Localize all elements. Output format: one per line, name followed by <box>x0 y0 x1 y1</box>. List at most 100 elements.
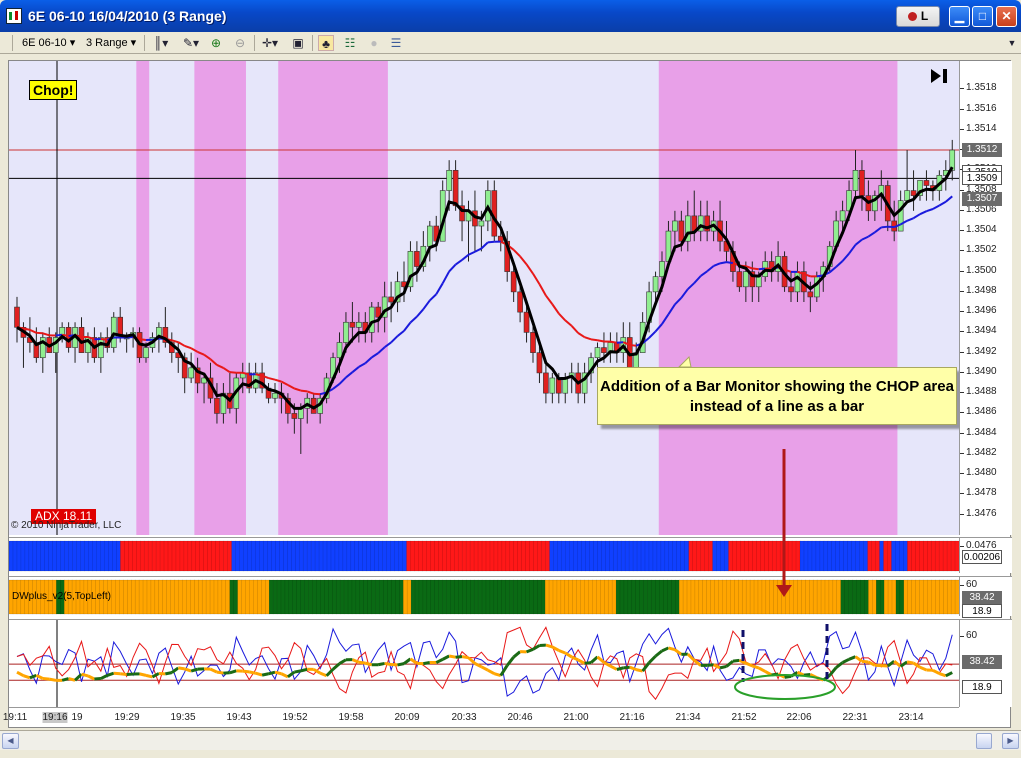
horizontal-scrollbar[interactable]: ◀ ▶ <box>0 730 1021 750</box>
dw-bar <box>324 579 329 615</box>
chop-bar <box>887 540 892 572</box>
adx-segment <box>377 661 385 667</box>
dw-bar <box>347 579 353 615</box>
chop-bar <box>696 540 702 572</box>
price-panel[interactable]: Chop! ADX 18.11 © 2010 NinjaTrader, LLC … <box>9 61 959 535</box>
scroll-right-button[interactable]: ▶ <box>1002 733 1019 749</box>
adx-segment <box>758 666 766 673</box>
minimize-button[interactable]: ▁ <box>949 6 970 27</box>
chop-bar <box>577 540 582 572</box>
scroll-to-end-button[interactable] <box>929 67 951 85</box>
adx-segment <box>487 668 496 676</box>
dw-bar <box>485 579 491 615</box>
adx-segment <box>545 643 553 649</box>
dw-bar <box>383 579 388 615</box>
dw-bar <box>816 579 822 615</box>
dw-bar-panel[interactable]: DWplus_v2(5,TopLeft) <box>9 576 959 616</box>
dw-bar <box>643 579 649 615</box>
adx-segment <box>668 646 676 652</box>
dw-bar <box>903 579 909 615</box>
chop-bar <box>96 540 101 572</box>
time-tick-label: 19:52 <box>282 712 308 723</box>
title-bar: 6E 06-10 16/04/2010 (3 Range) L ▁ □ ✕ <box>0 0 1021 32</box>
crosshair-icon[interactable]: ✛▾ <box>258 35 282 51</box>
dw-bar <box>895 579 901 615</box>
scroll-left-button[interactable]: ◀ <box>2 733 19 749</box>
chop-panel-axis[interactable]: 0.0476 0.00206 <box>959 537 1012 573</box>
dw-bar <box>367 579 373 615</box>
slow-ma-segment <box>416 308 425 318</box>
dw-bar <box>548 579 554 615</box>
bar-type-icon[interactable]: ║▾ <box>150 35 172 51</box>
dw-bar <box>178 579 183 615</box>
price-chart[interactable] <box>9 61 959 535</box>
slow-ma-segment <box>139 338 147 342</box>
adx-segment <box>81 672 89 678</box>
link-button[interactable]: L <box>896 6 940 27</box>
price-axis[interactable]: 1.35181.35161.35141.35121.35101.35081.35… <box>959 61 1012 535</box>
dw-bar <box>663 579 668 615</box>
scrollbar-thumb[interactable] <box>976 733 992 749</box>
adx-segment <box>590 655 599 664</box>
chop-bar-panel[interactable] <box>9 537 959 573</box>
osc-axis-label: 60 <box>959 630 978 641</box>
chop-bar <box>24 540 30 572</box>
chop-bar <box>533 540 539 572</box>
instrument-selector[interactable]: 6E 06-10 ▾ <box>22 35 75 51</box>
properties-icon[interactable]: ☰ <box>388 35 404 51</box>
candle-body <box>672 220 678 232</box>
chop-bar <box>36 540 42 572</box>
dw-bar <box>907 579 913 615</box>
dw-bar <box>745 579 751 615</box>
zoom-out-icon[interactable]: ⊖ <box>232 35 248 51</box>
dw-bar <box>426 579 432 615</box>
adx-segment <box>623 665 630 670</box>
dw-bar <box>418 579 424 615</box>
adx-segment <box>68 677 76 682</box>
dw-bar <box>568 579 574 615</box>
dw-bar <box>268 579 274 615</box>
close-button[interactable]: ✕ <box>996 6 1017 27</box>
chop-bar <box>589 540 594 572</box>
dw-bar <box>860 579 865 615</box>
oscillator-axis[interactable]: 60 38.42 18.9 <box>959 619 1012 707</box>
adx-segment <box>397 662 405 667</box>
slow-ma-segment <box>570 325 579 334</box>
chop-bar <box>760 540 765 572</box>
adx-segment <box>242 669 250 674</box>
oscillator-panel[interactable] <box>9 619 959 707</box>
chop-bar <box>48 540 54 572</box>
chop-bar <box>430 540 435 572</box>
dw-bar <box>170 579 176 615</box>
chop-bar <box>255 540 260 572</box>
chop-bar <box>326 540 332 572</box>
dw-bar <box>950 579 956 615</box>
maximize-button[interactable]: □ <box>972 6 993 27</box>
zoom-in-icon[interactable]: ⊕ <box>208 35 224 51</box>
dw-bar <box>694 579 700 615</box>
time-axis[interactable]: 19:11 19:16 19 19:29 19:35 19:43 19:52 19:58 20:… <box>3 707 959 727</box>
adx-segment <box>558 649 566 655</box>
interval-selector[interactable]: 3 Range ▾ <box>86 35 136 51</box>
time-tick-label: 22:31 <box>842 712 868 723</box>
dw-bar <box>761 579 767 615</box>
dw-bar <box>868 579 873 615</box>
chop-bar <box>660 540 666 572</box>
dw-bar <box>450 579 455 615</box>
indicators-icon[interactable]: ☷ <box>342 35 358 51</box>
data-box-icon[interactable]: ▣ <box>290 35 306 51</box>
slow-ma-segment <box>435 282 444 295</box>
slow-ma-segment <box>545 294 554 305</box>
toolbar-overflow-icon[interactable]: ▼ <box>1004 35 1020 51</box>
drawing-tool-icon[interactable]: ✎▾ <box>180 35 202 51</box>
dw-bar <box>560 579 566 615</box>
chop-bar <box>163 540 169 572</box>
chop-bar <box>744 540 749 572</box>
dw-panel-axis[interactable]: 60 38.42 18.9 <box>959 576 1012 618</box>
chop-bar <box>116 540 121 572</box>
strategies-icon[interactable]: ♣ <box>318 35 334 51</box>
price-marker-box: 1.3509 <box>962 171 1002 186</box>
dw-bar <box>422 579 428 615</box>
chart-area[interactable]: Chop! ADX 18.11 © 2010 NinjaTrader, LLC … <box>3 60 1012 728</box>
chop-bar <box>219 540 225 572</box>
